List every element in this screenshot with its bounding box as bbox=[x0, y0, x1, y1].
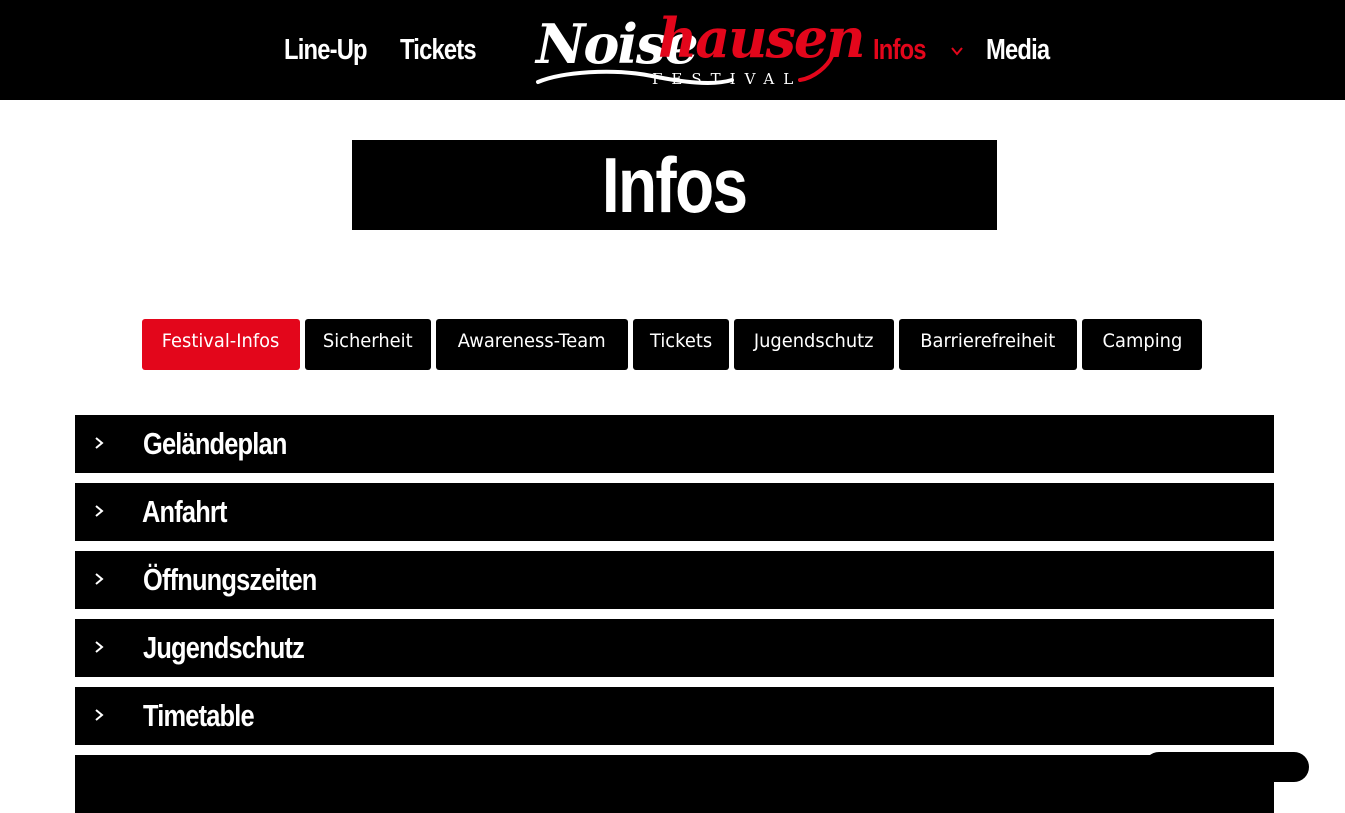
tab-label: Barrierefreiheit bbox=[920, 330, 1056, 352]
tab-label: Camping bbox=[1102, 330, 1182, 352]
floating-widget[interactable] bbox=[1144, 752, 1309, 782]
tab-jugendschutz[interactable]: Jugendschutz bbox=[734, 319, 894, 370]
nav-link-tickets[interactable]: Tickets bbox=[400, 30, 477, 70]
page-title: Infos bbox=[352, 140, 997, 230]
logo-text-festival: FESTIVAL bbox=[652, 70, 803, 88]
accordion-item-oeffnungszeiten[interactable]: Öffnungszeiten bbox=[75, 551, 1274, 609]
accordion-item-jugendschutz[interactable]: Jugendschutz bbox=[75, 619, 1274, 677]
accordion-item-next[interactable] bbox=[75, 755, 1274, 813]
tab-festival-infos[interactable]: Festival-Infos bbox=[142, 319, 300, 370]
tab-tickets[interactable]: Tickets bbox=[633, 319, 729, 370]
nav-link-lineup[interactable]: Line-Up bbox=[284, 30, 368, 70]
accordion-title: Anfahrt bbox=[142, 494, 227, 529]
chevron-right-icon bbox=[95, 437, 104, 449]
tab-camping[interactable]: Camping bbox=[1082, 319, 1202, 370]
logo[interactable]: Noise hausen FESTIVAL bbox=[532, 6, 866, 96]
tab-awareness-team[interactable]: Awareness-Team bbox=[436, 319, 628, 370]
site-header: Line-Up Tickets Noise hausen FESTIVAL In… bbox=[0, 0, 1345, 100]
chevron-down-icon[interactable] bbox=[950, 44, 964, 58]
tab-label: Awareness-Team bbox=[458, 330, 606, 352]
nav-link-media[interactable]: Media bbox=[986, 30, 1050, 70]
accordion-item-anfahrt[interactable]: Anfahrt bbox=[75, 483, 1274, 541]
chevron-right-icon bbox=[95, 709, 104, 721]
accordion-item-gelaendeplan[interactable]: Geländeplan bbox=[75, 415, 1274, 473]
tab-label: Festival-Infos bbox=[162, 330, 280, 352]
tab-label: Sicherheit bbox=[323, 330, 413, 352]
page-title-text: Infos bbox=[602, 141, 748, 229]
accordion-title: Jugendschutz bbox=[143, 630, 305, 665]
accordion-title: Öffnungszeiten bbox=[143, 562, 317, 597]
chevron-right-icon bbox=[95, 573, 104, 585]
chevron-right-icon bbox=[95, 505, 104, 517]
accordion-title: Geländeplan bbox=[143, 426, 287, 461]
page-title-box: Infos bbox=[352, 140, 997, 230]
accordion-title: Timetable bbox=[143, 698, 255, 733]
chevron-right-icon bbox=[95, 641, 104, 653]
tab-sicherheit[interactable]: Sicherheit bbox=[305, 319, 431, 370]
tab-barrierefreiheit[interactable]: Barrierefreiheit bbox=[899, 319, 1077, 370]
nav-link-infos[interactable]: Infos bbox=[873, 30, 927, 70]
accordion-item-timetable[interactable]: Timetable bbox=[75, 687, 1274, 745]
tab-label: Tickets bbox=[649, 330, 713, 352]
tab-label: Jugendschutz bbox=[754, 330, 874, 352]
logo-text-hausen: hausen bbox=[658, 6, 866, 70]
